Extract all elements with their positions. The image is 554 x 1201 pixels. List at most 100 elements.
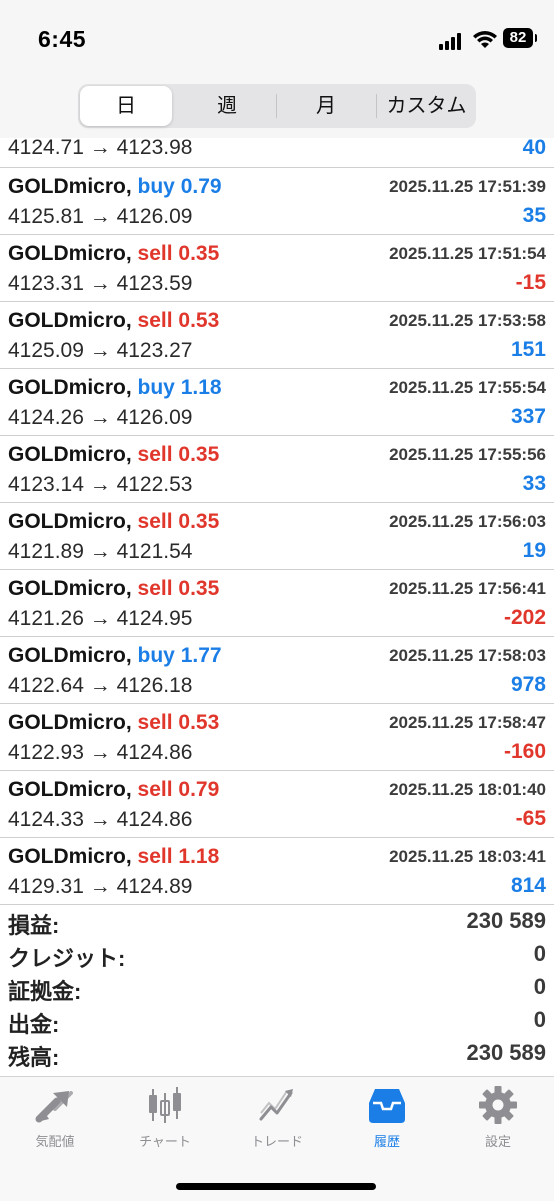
trade-time: 2025.11.25 17:51:39 (389, 177, 546, 196)
summary-withdrawal: 出金: 0 (0, 1005, 554, 1038)
trade-time: 2025.11.25 17:55:56 (389, 445, 546, 464)
status-time: 6:45 (38, 26, 87, 52)
cellular-signal-icon (439, 32, 465, 50)
trade-time: 2025.11.25 17:58:03 (389, 646, 546, 665)
gear-icon (479, 1086, 517, 1124)
price-range: 4122.93 → 4124.86 (8, 741, 193, 764)
trade-volume: 1.77 (180, 644, 222, 667)
price-range: 4121.89 → 4121.54 (8, 540, 193, 563)
price-range: 4123.31 → 4123.59 (8, 272, 193, 295)
tab-settings[interactable]: 設定 (443, 1085, 553, 1155)
trade-title: GOLDmicro, sell 0.53 (8, 309, 219, 333)
trade-volume: 1.18 (178, 845, 220, 868)
segment-custom[interactable]: カスタム (377, 84, 476, 128)
home-indicator (176, 1183, 376, 1190)
wifi-icon (472, 28, 498, 50)
summary-profit: 損益: 230 589 (0, 906, 554, 939)
trade-title: GOLDmicro, sell 0.35 (8, 510, 219, 534)
trade-history-list: 4124.71 → 4123.98 40 GOLDmicro, buy 0.79… (0, 136, 554, 905)
trade-volume: 0.35 (178, 510, 220, 533)
trade-volume: 0.35 (178, 443, 220, 466)
trade-volume: 0.79 (180, 175, 222, 198)
trade-time: 2025.11.25 17:51:54 (389, 244, 546, 263)
history-inbox-icon (369, 1089, 405, 1123)
trade-time: 2025.11.25 17:56:41 (389, 579, 546, 598)
trade-line-icon (259, 1089, 293, 1121)
battery-indicator: 82 (503, 28, 537, 48)
summary-balance: 残高: 230 589 (0, 1038, 554, 1071)
trade-title: GOLDmicro, sell 0.79 (8, 778, 219, 802)
tab-label: チャート (139, 1134, 191, 1149)
table-row[interactable]: GOLDmicro, buy 0.79 2025.11.25 17:51:39 41… (0, 168, 554, 235)
candlestick-chart-icon (149, 1087, 181, 1123)
table-row[interactable]: GOLDmicro, sell 0.79 2025.11.25 18:01:40 4… (0, 771, 554, 838)
trade-side: buy (137, 376, 175, 399)
summary-label: 残高: (8, 1045, 60, 1070)
symbol-name: GOLDmicro, (8, 845, 132, 868)
trade-side: sell (137, 845, 173, 868)
table-row[interactable]: GOLDmicro, buy 1.18 2025.11.25 17:55:54 41… (0, 369, 554, 436)
price-range: 4129.31 → 4124.89 (8, 875, 193, 898)
tab-label: 設定 (484, 1134, 511, 1149)
symbol-name: GOLDmicro, (8, 510, 132, 533)
table-row[interactable]: GOLDmicro, sell 0.53 2025.11.25 17:53:58 4… (0, 302, 554, 369)
summary-value: 0 (533, 1007, 546, 1032)
tab-quotes[interactable]: 気配値 (0, 1085, 110, 1155)
trade-volume: 0.79 (178, 778, 220, 801)
tab-history[interactable]: 履歴 (332, 1085, 442, 1155)
symbol-name: GOLDmicro, (8, 175, 132, 198)
trade-title: GOLDmicro, buy 1.18 (8, 376, 222, 400)
summary-label: 損益: (8, 913, 60, 938)
segment-month[interactable]: 月 (277, 84, 375, 128)
trade-title: GOLDmicro, sell 0.35 (8, 443, 219, 467)
segment-day[interactable]: 日 (80, 86, 172, 126)
summary-value: 0 (533, 974, 546, 999)
table-row[interactable]: GOLDmicro, buy 1.77 2025.11.25 17:58:03 41… (0, 637, 554, 704)
symbol-name: GOLDmicro, (8, 644, 132, 667)
trade-title: GOLDmicro, buy 1.77 (8, 644, 222, 668)
trade-side: sell (137, 242, 173, 265)
profit-value: 814 (510, 874, 546, 897)
trade-title: GOLDmicro, sell 0.53 (8, 711, 219, 735)
trade-side: sell (137, 711, 173, 734)
tab-chart[interactable]: チャート (110, 1085, 220, 1155)
status-bar: 6:45 82 (0, 0, 554, 80)
period-segmented-control: 日 週 月 カスタム (78, 84, 476, 128)
table-row[interactable]: 4124.71 → 4123.98 40 (0, 136, 554, 168)
symbol-name: GOLDmicro, (8, 778, 132, 801)
trade-time: 2025.11.25 17:56:03 (389, 512, 546, 531)
table-row[interactable]: GOLDmicro, sell 0.53 2025.11.25 17:58:47 4… (0, 704, 554, 771)
table-row[interactable]: GOLDmicro, sell 1.18 2025.11.25 18:03:41 4… (0, 838, 554, 905)
tab-label: トレード (250, 1134, 303, 1149)
symbol-name: GOLDmicro, (8, 242, 132, 265)
price-range: 4125.81 → 4126.09 (8, 205, 193, 228)
trade-volume: 0.35 (178, 577, 220, 600)
quotes-arrows-icon (35, 1091, 73, 1123)
summary-label: 証拠金: (8, 979, 82, 1004)
table-row[interactable]: GOLDmicro, sell 0.35 2025.11.25 17:56:41 4… (0, 570, 554, 637)
tab-label: 履歴 (373, 1134, 400, 1149)
price-range: 4124.26 → 4126.09 (8, 406, 193, 429)
table-row[interactable]: GOLDmicro, sell 0.35 2025.11.25 17:51:54 4… (0, 235, 554, 302)
symbol-name: GOLDmicro, (8, 711, 132, 734)
profit-value: 33 (522, 472, 546, 495)
summary-label: クレジット: (8, 946, 126, 971)
table-row[interactable]: GOLDmicro, sell 0.35 2025.11.25 17:56:03 4… (0, 503, 554, 570)
symbol-name: GOLDmicro, (8, 309, 132, 332)
table-row[interactable]: GOLDmicro, sell 0.35 2025.11.25 17:55:56 4… (0, 436, 554, 503)
trade-side: sell (137, 778, 173, 801)
segment-week[interactable]: 週 (178, 84, 276, 128)
profit-value: -160 (503, 740, 546, 763)
summary-credit: クレジット: 0 (0, 939, 554, 972)
profit-value: -65 (515, 807, 546, 830)
profit-value: 19 (522, 539, 546, 562)
symbol-name: GOLDmicro, (8, 376, 132, 399)
trade-volume: 0.35 (178, 242, 220, 265)
summary-value: 0 (533, 941, 546, 966)
period-header: 日 週 月 カスタム (0, 80, 554, 138)
summary-value: 230 589 (466, 908, 546, 933)
profit-value: 40 (522, 136, 546, 159)
tab-trade[interactable]: トレード (222, 1085, 332, 1155)
trade-side: sell (137, 309, 173, 332)
trade-title: GOLDmicro, buy 0.79 (8, 175, 222, 199)
